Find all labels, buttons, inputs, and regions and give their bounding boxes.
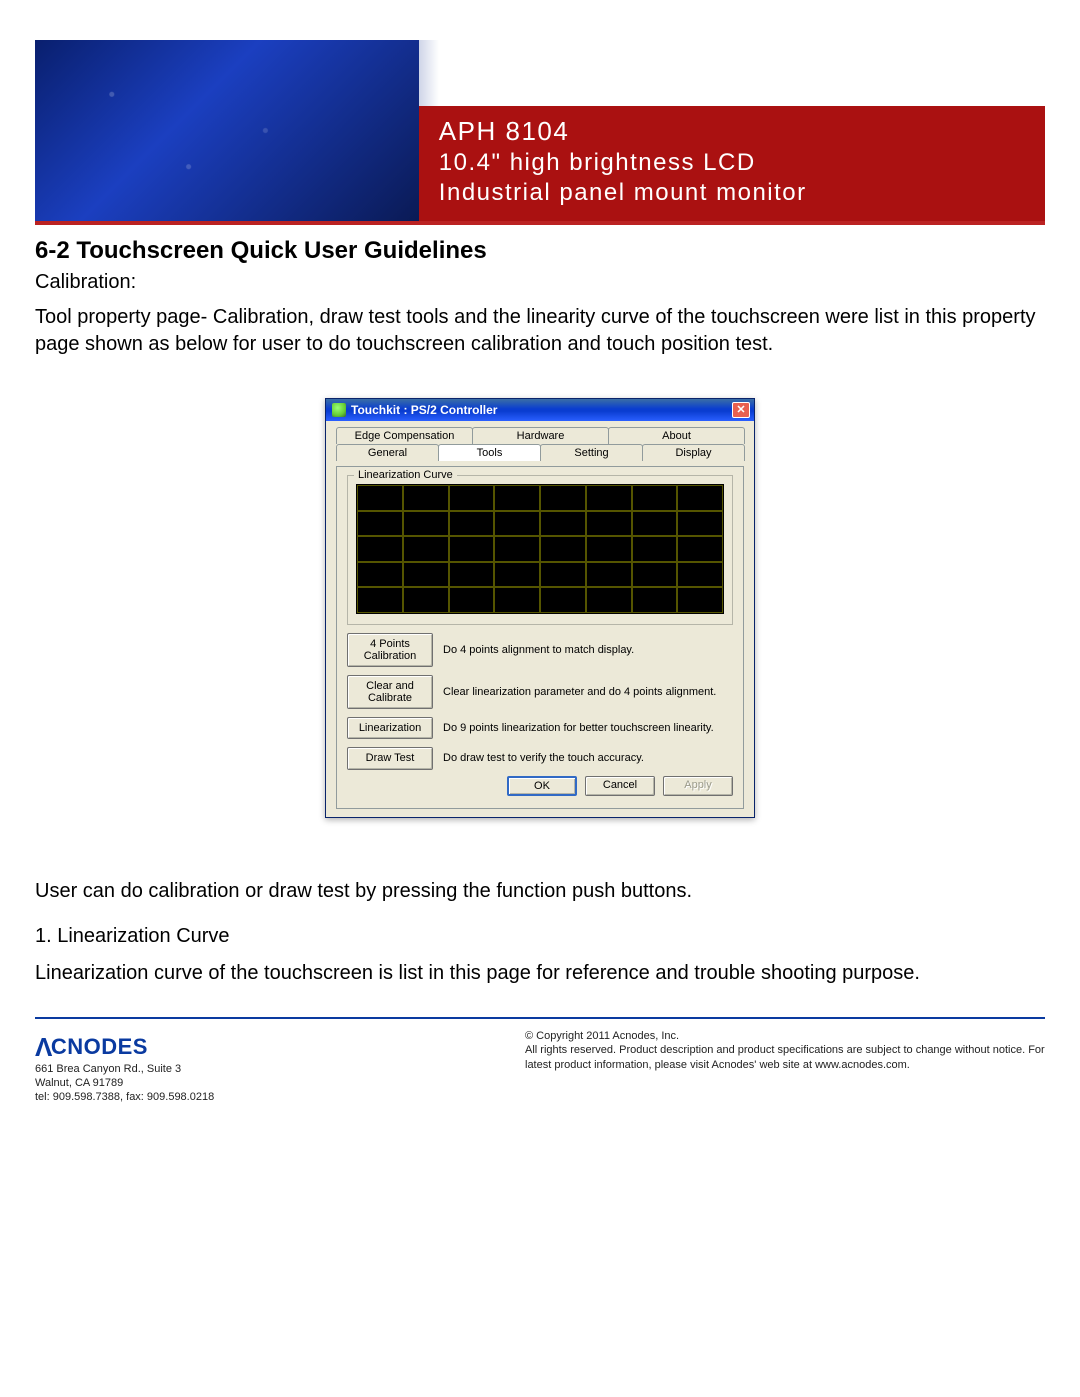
linearization-group: Linearization Curve [347, 475, 733, 625]
section-title: 6-2 Touchscreen Quick User Guidelines [35, 237, 1045, 265]
four-points-calibration-button[interactable]: 4 Points Calibration [347, 633, 433, 667]
tab-hardware[interactable]: Hardware [472, 427, 609, 444]
dialog-titlebar: Touchkit : PS/2 Controller ✕ [326, 399, 754, 421]
banner-model: APH 8104 [439, 116, 1025, 147]
ok-button[interactable]: OK [507, 776, 577, 796]
tab-tools[interactable]: Tools [438, 444, 541, 461]
header-banner: APH 8104 10.4" high brightness LCD Indus… [35, 40, 1045, 225]
draw-test-button[interactable]: Draw Test [347, 747, 433, 769]
banner-desc1: 10.4" high brightness LCD [439, 149, 1025, 177]
clear-and-calibrate-button[interactable]: Clear and Calibrate [347, 675, 433, 709]
footer-copy2: All rights reserved. Product description… [525, 1043, 1045, 1073]
linearization-group-label: Linearization Curve [354, 469, 457, 481]
footer-address-block: ΛCNODES 661 Brea Canyon Rd., Suite 3 Wal… [35, 1029, 214, 1105]
footer-copyright-block: © Copyright 2011 Acnodes, Inc. All right… [525, 1029, 1045, 1074]
tab-edge-compensation[interactable]: Edge Compensation [336, 427, 473, 444]
intro-paragraph: Tool property page- Calibration, draw te… [35, 304, 1045, 358]
linearization-desc: Do 9 points linearization for better tou… [443, 722, 733, 735]
banner-desc2: Industrial panel mount monitor [439, 179, 1025, 207]
tab-general[interactable]: General [336, 444, 439, 461]
dialog-title: Touchkit : PS/2 Controller [351, 403, 497, 417]
list-item-1-body: Linearization curve of the touchscreen i… [35, 960, 1045, 987]
page-footer: ΛCNODES 661 Brea Canyon Rd., Suite 3 Wal… [35, 1017, 1045, 1105]
tab-setting[interactable]: Setting [540, 444, 643, 461]
post-para: User can do calibration or draw test by … [35, 878, 1045, 905]
tab-about[interactable]: About [608, 427, 745, 444]
clear-and-calibrate-desc: Clear linearization parameter and do 4 p… [443, 686, 733, 699]
draw-test-desc: Do draw test to verify the touch accurac… [443, 752, 733, 765]
close-icon[interactable]: ✕ [732, 402, 750, 418]
four-points-desc: Do 4 points alignment to match display. [443, 644, 733, 657]
footer-addr2: Walnut, CA 91789 [35, 1077, 214, 1091]
tab-pane-tools: Linearization Curve 4 Points Calibration [336, 466, 744, 809]
fn-row-linearization: Linearization Do 9 points linearization … [347, 717, 733, 739]
touchkit-dialog: Touchkit : PS/2 Controller ✕ Edge Compen… [325, 398, 755, 818]
fn-row-drawtest: Draw Test Do draw test to verify the tou… [347, 747, 733, 769]
footer-phone: tel: 909.598.7388, fax: 909.598.0218 [35, 1091, 214, 1105]
logo-caret-icon: Λ [35, 1032, 53, 1062]
dialog-app-icon [332, 403, 346, 417]
footer-addr1: 661 Brea Canyon Rd., Suite 3 [35, 1063, 214, 1077]
fn-row-4points: 4 Points Calibration Do 4 points alignme… [347, 633, 733, 667]
acnodes-logo: ΛCNODES [35, 1029, 214, 1062]
linearization-button[interactable]: Linearization [347, 717, 433, 739]
tab-strip: Edge Compensation Hardware About General… [336, 427, 744, 461]
cancel-button[interactable]: Cancel [585, 776, 655, 796]
footer-copy1: © Copyright 2011 Acnodes, Inc. [525, 1029, 1045, 1044]
linearization-grid [356, 484, 724, 614]
apply-button: Apply [663, 776, 733, 796]
tab-display[interactable]: Display [642, 444, 745, 461]
banner-text: APH 8104 10.4" high brightness LCD Indus… [419, 106, 1045, 221]
fn-row-clear: Clear and Calibrate Clear linearization … [347, 675, 733, 709]
subhead-calibration: Calibration: [35, 271, 1045, 294]
list-item-1-title: 1. Linearization Curve [35, 923, 1045, 950]
banner-image [35, 40, 419, 221]
logo-text: CNODES [51, 1034, 148, 1059]
